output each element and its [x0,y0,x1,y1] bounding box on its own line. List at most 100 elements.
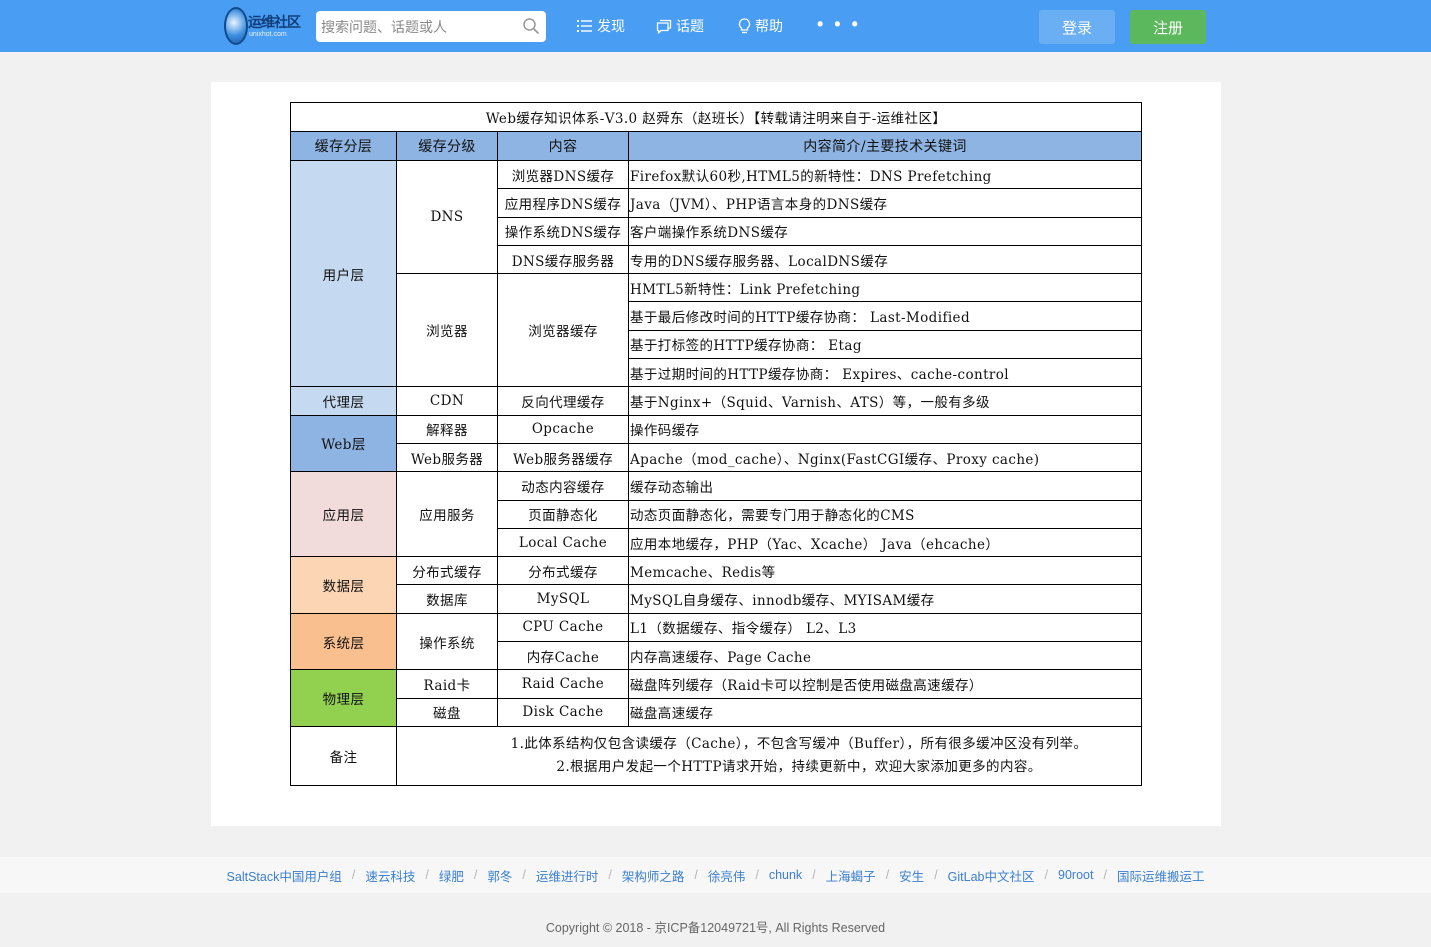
table-row: 浏览器 浏览器缓存 HMTL5新特性：Link Prefetching [291,273,1142,388]
layer-app: 应用层 [290,471,397,558]
level-cell: 磁盘 [396,697,498,727]
note-content: 1.此体系结构仅包含读缓存（Cache），不包含写缓冲（Buffer），所有很多… [396,725,1142,786]
top-navbar: 运维社区 unixhot.com 发现 话题 帮助 • • • 登录 注册 [0,0,1431,52]
level-cdn: CDN [396,386,498,416]
register-button[interactable]: 注册 [1130,10,1206,44]
login-button[interactable]: 登录 [1039,10,1115,44]
content-cell: Web服务器缓存 [497,442,629,473]
level-cell: 数据库 [396,584,498,614]
link-separator: / [694,868,698,882]
footer-link[interactable]: 徐亮伟 [708,866,746,885]
level-cell: Web服务器 [396,442,498,473]
lightbulb-icon [738,18,751,34]
level-app-service: 应用服务 [396,471,498,558]
copyright-text: Copyright © 2018 - 京ICP备12049721号, All R… [545,921,886,935]
footer-link[interactable]: 运维进行时 [536,866,599,885]
level-cell: 分布式缓存 [396,556,498,586]
level-dns: DNS [396,159,498,275]
nav-discover-label: 发现 [597,18,625,34]
footer-link[interactable]: chunk [769,868,802,882]
table-title: Web缓存知识体系-V3.0 赵舜东（赵班长）【转载请注明来自于-运维社区】 [290,102,1142,132]
nav-help-label: 帮助 [755,18,783,34]
more-menu-icon[interactable]: • • • [817,14,861,35]
content-cell: 内存Cache [497,641,629,671]
layer-system: 系统层 [290,612,397,671]
footer-link[interactable]: 架构师之路 [622,866,685,885]
table-row: 数据层 分布式缓存 分布式缓存 Memcache、Redis等 [290,556,1142,614]
site-logo[interactable]: 运维社区 unixhot.com [224,7,301,45]
description-cell: 客户端操作系统DNS缓存 [628,216,1142,246]
description-cell: L1（数据缓存、指令缓存） L2、L3 [628,612,1142,643]
search-icon[interactable] [522,17,540,35]
list-icon [577,20,592,32]
link-separator: / [608,868,612,882]
table-header-row: 缓存分层 缓存分级 内容 内容简介/主要技术关键词 [290,131,1142,161]
logo-globe-icon [224,7,248,45]
link-separator: / [425,868,429,882]
description-cell: 基于打标签的HTTP缓存协商： Etag [628,329,1142,360]
description-cell: 缓存动态输出 [628,471,1142,501]
link-separator: / [812,868,816,882]
link-separator: / [522,868,526,882]
description-cell: 磁盘阵列缓存（Raid卡可以控制是否使用磁盘高速缓存） [628,669,1142,699]
content-cell: MySQL [497,584,629,614]
content-cell: 动态内容缓存 [497,471,629,501]
footer-link[interactable]: 绿肥 [439,866,464,885]
table-row: 磁盘 Disk Cache 磁盘高速缓存 [291,697,1142,727]
layer-physical: 物理层 [290,669,397,727]
description-cell: 动态页面静态化，需要专门用于静态化的CMS [628,499,1142,529]
link-separator: / [755,868,759,882]
footer-link[interactable]: GitLab中文社区 [948,866,1035,885]
content-cell: 应用程序DNS缓存 [497,188,629,218]
search-box [316,11,546,42]
level-cell: Raid卡 [396,669,498,699]
description-cell: 基于Nginx+（Squid、Varnish、ATS）等，一般有多级 [628,386,1142,416]
content-cell: Opcache [497,414,629,444]
footer-link[interactable]: 速云科技 [365,866,415,885]
table-row: 代理层 CDN 反向代理缓存 基于Nginx+（Squid、Varnish、AT… [290,386,1142,416]
table-row: Web服务器 Web服务器缓存 Apache（mod_cache）、Nginx(… [291,442,1142,473]
footer-link[interactable]: 上海蝎子 [826,866,876,885]
nav-topics-label: 话题 [676,18,704,34]
header-description: 内容简介/主要技术关键词 [628,131,1142,161]
description-cell: 磁盘高速缓存 [628,697,1142,727]
description-cell: Firefox默认60秒,HTML5的新特性：DNS Prefetching [628,159,1142,190]
level-browser: 浏览器 [396,273,498,388]
table-row: Web层 解释器 Opcache 操作码缓存 [290,414,1142,473]
content-cell: Disk Cache [497,697,629,727]
content-cell: 页面静态化 [497,499,629,529]
nav-help[interactable]: 帮助 [738,15,783,37]
description-cell: MySQL自身缓存、innodb缓存、MYISAM缓存 [628,584,1142,614]
layer-proxy: 代理层 [290,386,397,416]
table-note-row: 备注 1.此体系结构仅包含读缓存（Cache），不包含写缓冲（Buffer），所… [290,725,1142,786]
search-input[interactable] [316,11,512,42]
description-cell: Memcache、Redis等 [628,556,1142,586]
description-cell: 基于最后修改时间的HTTP缓存协商： Last-Modified [628,301,1142,331]
nav-topics[interactable]: 话题 [656,15,704,37]
table-row: 用户层 DNS 浏览器DNS缓存 Firefox默认60秒,HTML5的新特性：… [290,159,1142,388]
footer-link[interactable]: SaltStack中国用户组 [227,866,342,885]
description-cell: Apache（mod_cache）、Nginx(FastCGI缓存、Proxy … [628,442,1142,473]
link-separator: / [473,868,478,882]
web-cache-knowledge-table: Web缓存知识体系-V3.0 赵舜东（赵班长）【转载请注明来自于-运维社区】 缓… [290,102,1142,786]
note-label: 备注 [290,725,397,786]
link-separator: / [934,868,938,882]
nav-discover[interactable]: 发现 [577,15,625,37]
header-layer: 缓存分层 [290,131,397,161]
footer-link[interactable]: 郭冬 [487,866,512,885]
description-cell: Java（JVM）、PHP语言本身的DNS缓存 [628,188,1142,218]
layer-data: 数据层 [290,556,397,614]
content-cell: CPU Cache [497,612,629,643]
content-cell: Local Cache [497,527,629,558]
content-cell: Raid Cache [497,669,629,699]
content-cell: 反向代理缓存 [497,386,629,416]
footer-link[interactable]: 安生 [899,866,924,885]
content-cell: 浏览器缓存 [497,273,629,388]
layer-web: Web层 [290,414,397,473]
logo-text: 运维社区 [248,15,301,31]
description-cell: 应用本地缓存，PHP（Yac、Xcache） Java（ehcache） [628,527,1142,558]
content-cell: DNS缓存服务器 [497,244,629,275]
footer-link[interactable]: 国际运维搬运工 [1117,866,1205,885]
description-cell: HMTL5新特性：Link Prefetching [628,273,1142,303]
footer-link[interactable]: 90root [1058,868,1093,882]
